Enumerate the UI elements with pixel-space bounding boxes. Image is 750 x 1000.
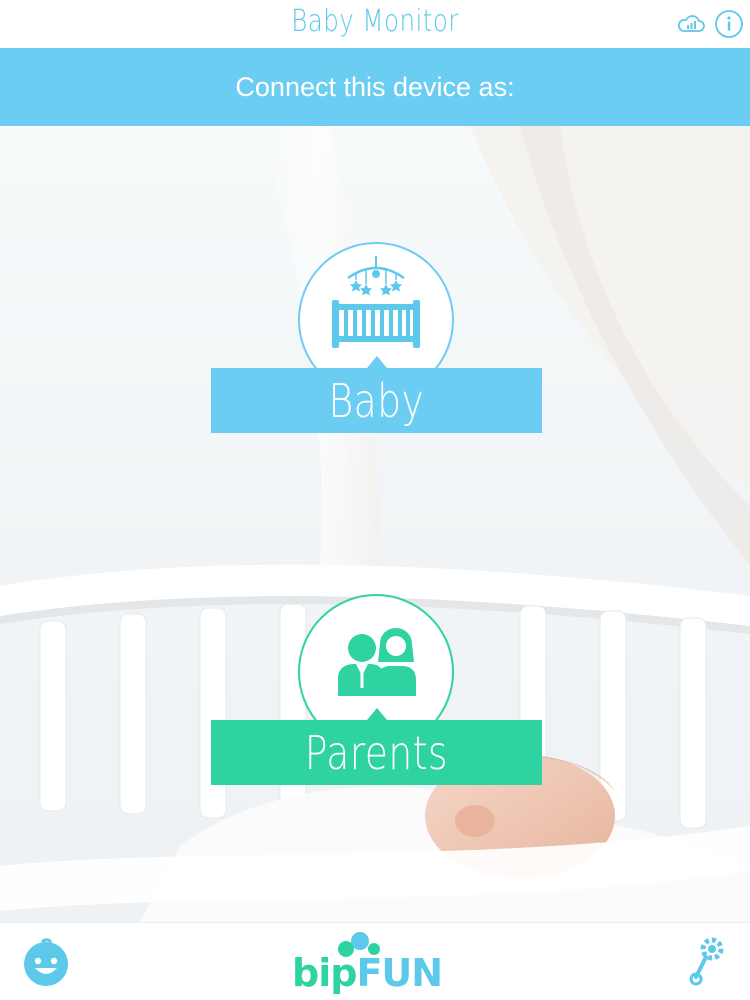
top-icons (676, 9, 744, 39)
parents-label-box[interactable]: Parents (211, 708, 542, 785)
app-title: Baby Monitor (291, 4, 459, 39)
baby-label: Baby (328, 373, 425, 428)
top-bar: Baby Monitor (0, 0, 750, 49)
rattle-settings-icon[interactable] (688, 935, 728, 991)
logo-text: bipFUN (292, 951, 443, 995)
baby-face-icon[interactable] (20, 936, 72, 992)
logo-bip: bip (292, 951, 357, 995)
app-root: Baby Monitor Connect this device as: Bab… (0, 0, 750, 1000)
logo-fun: FUN (356, 951, 443, 995)
baby-label-box[interactable]: Baby (211, 356, 542, 433)
cloud-signal-icon[interactable] (676, 12, 706, 36)
connect-banner: Connect this device as: (0, 48, 750, 126)
bottom-bar: bipFUN (0, 922, 750, 1000)
info-icon[interactable] (714, 9, 744, 39)
parents-label: Parents (304, 725, 449, 780)
connect-prompt: Connect this device as: (235, 71, 515, 102)
bipfun-logo: bipFUN (292, 931, 462, 995)
